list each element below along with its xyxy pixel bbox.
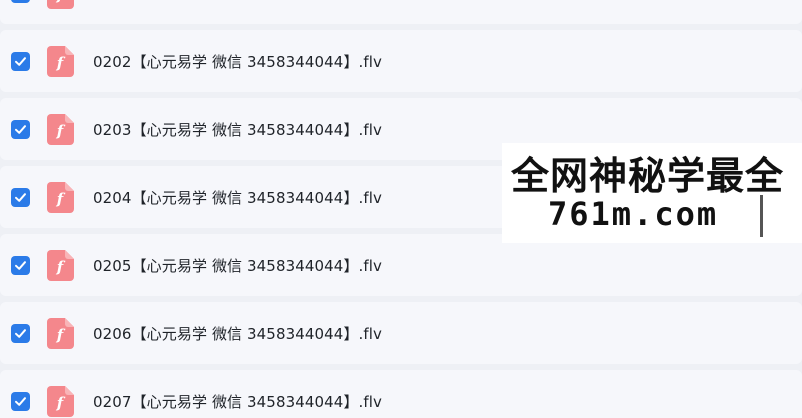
file-name[interactable]: 0206【心元易学 微信 3458344044】.flv: [93, 323, 382, 344]
checkmark-icon: [15, 57, 26, 66]
checkmark-icon: [15, 329, 26, 338]
watermark-overlay: 全网神秘学最全 761m.com: [502, 143, 802, 243]
watermark-url: 761m.com: [548, 195, 719, 233]
file-name[interactable]: 0202【心元易学 微信 3458344044】.flv: [93, 51, 382, 72]
checkbox[interactable]: [11, 256, 30, 275]
file-row[interactable]: f 0207【心元易学 微信 3458344044】.flv: [0, 370, 802, 418]
checkbox[interactable]: [11, 392, 30, 411]
flash-file-icon: f: [47, 318, 74, 349]
checkbox[interactable]: [11, 324, 30, 343]
checkbox[interactable]: [11, 52, 30, 71]
file-row[interactable]: f 0206【心元易学 微信 3458344044】.flv: [0, 302, 802, 364]
checkbox[interactable]: [11, 120, 30, 139]
text-cursor: [760, 195, 763, 237]
file-row[interactable]: f 0205【心元易学 微信 3458344044】.flv: [0, 234, 802, 296]
checkmark-icon: [15, 261, 26, 270]
checkmark-icon: [15, 125, 26, 134]
file-browser: f f 0202【心元易学 微信 3458344044】.flv f 0203【…: [0, 0, 802, 418]
file-row[interactable]: f 0202【心元易学 微信 3458344044】.flv: [0, 30, 802, 92]
flash-file-icon: f: [47, 46, 74, 77]
flash-file-icon: f: [47, 250, 74, 281]
file-name[interactable]: 0203【心元易学 微信 3458344044】.flv: [93, 119, 382, 140]
flash-file-icon: f: [47, 0, 74, 9]
flash-file-icon: f: [47, 114, 74, 145]
file-row[interactable]: f: [0, 0, 802, 24]
flash-file-icon: f: [47, 386, 74, 417]
checkmark-icon: [15, 193, 26, 202]
checkmark-icon: [15, 397, 26, 406]
checkbox[interactable]: [11, 0, 30, 3]
file-name[interactable]: 0204【心元易学 微信 3458344044】.flv: [93, 187, 382, 208]
watermark-title: 全网神秘学最全: [511, 154, 785, 198]
checkbox[interactable]: [11, 188, 30, 207]
file-name[interactable]: 0205【心元易学 微信 3458344044】.flv: [93, 255, 382, 276]
flash-file-icon: f: [47, 182, 74, 213]
file-name[interactable]: 0207【心元易学 微信 3458344044】.flv: [93, 391, 382, 412]
